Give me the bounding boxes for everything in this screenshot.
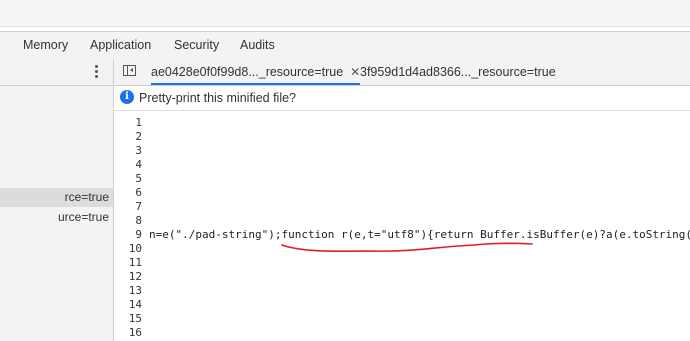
tab-audits[interactable]: Audits: [240, 38, 275, 52]
editor-tab[interactable]: 3f959d1d4ad8366..._resource=true: [360, 59, 556, 85]
editor-tab-strip: ae0428e0f0f99d8..._resource=true ✕ 3f959d…: [114, 59, 690, 86]
devtools-panel-tabs: Memory Application Security Audits: [0, 31, 690, 60]
file-navigator: rce=true urce=true: [0, 59, 114, 341]
navigator-header: [0, 59, 113, 86]
editor-tab-active[interactable]: ae0428e0f0f99d8..._resource=true ✕: [151, 59, 361, 85]
pretty-print-infobar: i Pretty-print this minified file?: [114, 86, 690, 111]
navigator-item-label: rce=true: [64, 190, 109, 204]
tab-application[interactable]: Application: [90, 38, 151, 52]
red-underline-annotation: [281, 242, 533, 253]
navigator-item[interactable]: rce=true: [0, 188, 113, 207]
tab-memory[interactable]: Memory: [23, 38, 68, 52]
more-options-icon[interactable]: [92, 63, 102, 79]
navigator-item-label: urce=true: [57, 210, 109, 224]
editor-tab-label: ae0428e0f0f99d8..._resource=true: [151, 65, 344, 79]
browser-top-strip: [0, 0, 690, 27]
navigator-item[interactable]: urce=true: [0, 208, 113, 227]
tab-security[interactable]: Security: [174, 38, 219, 52]
info-icon: i: [120, 90, 134, 104]
code-editor[interactable]: 1 2 3 4 5 6 7 8 9 10 11 12 13 14 15 16 n=e("./pad-strin…: [114, 111, 690, 341]
close-icon[interactable]: ✕: [350, 65, 360, 79]
toggle-navigator-icon[interactable]: [123, 65, 136, 76]
infobar-message[interactable]: Pretty-print this minified file?: [139, 91, 296, 105]
editor-tab-label: 3f959d1d4ad8366..._resource=true: [360, 65, 556, 79]
